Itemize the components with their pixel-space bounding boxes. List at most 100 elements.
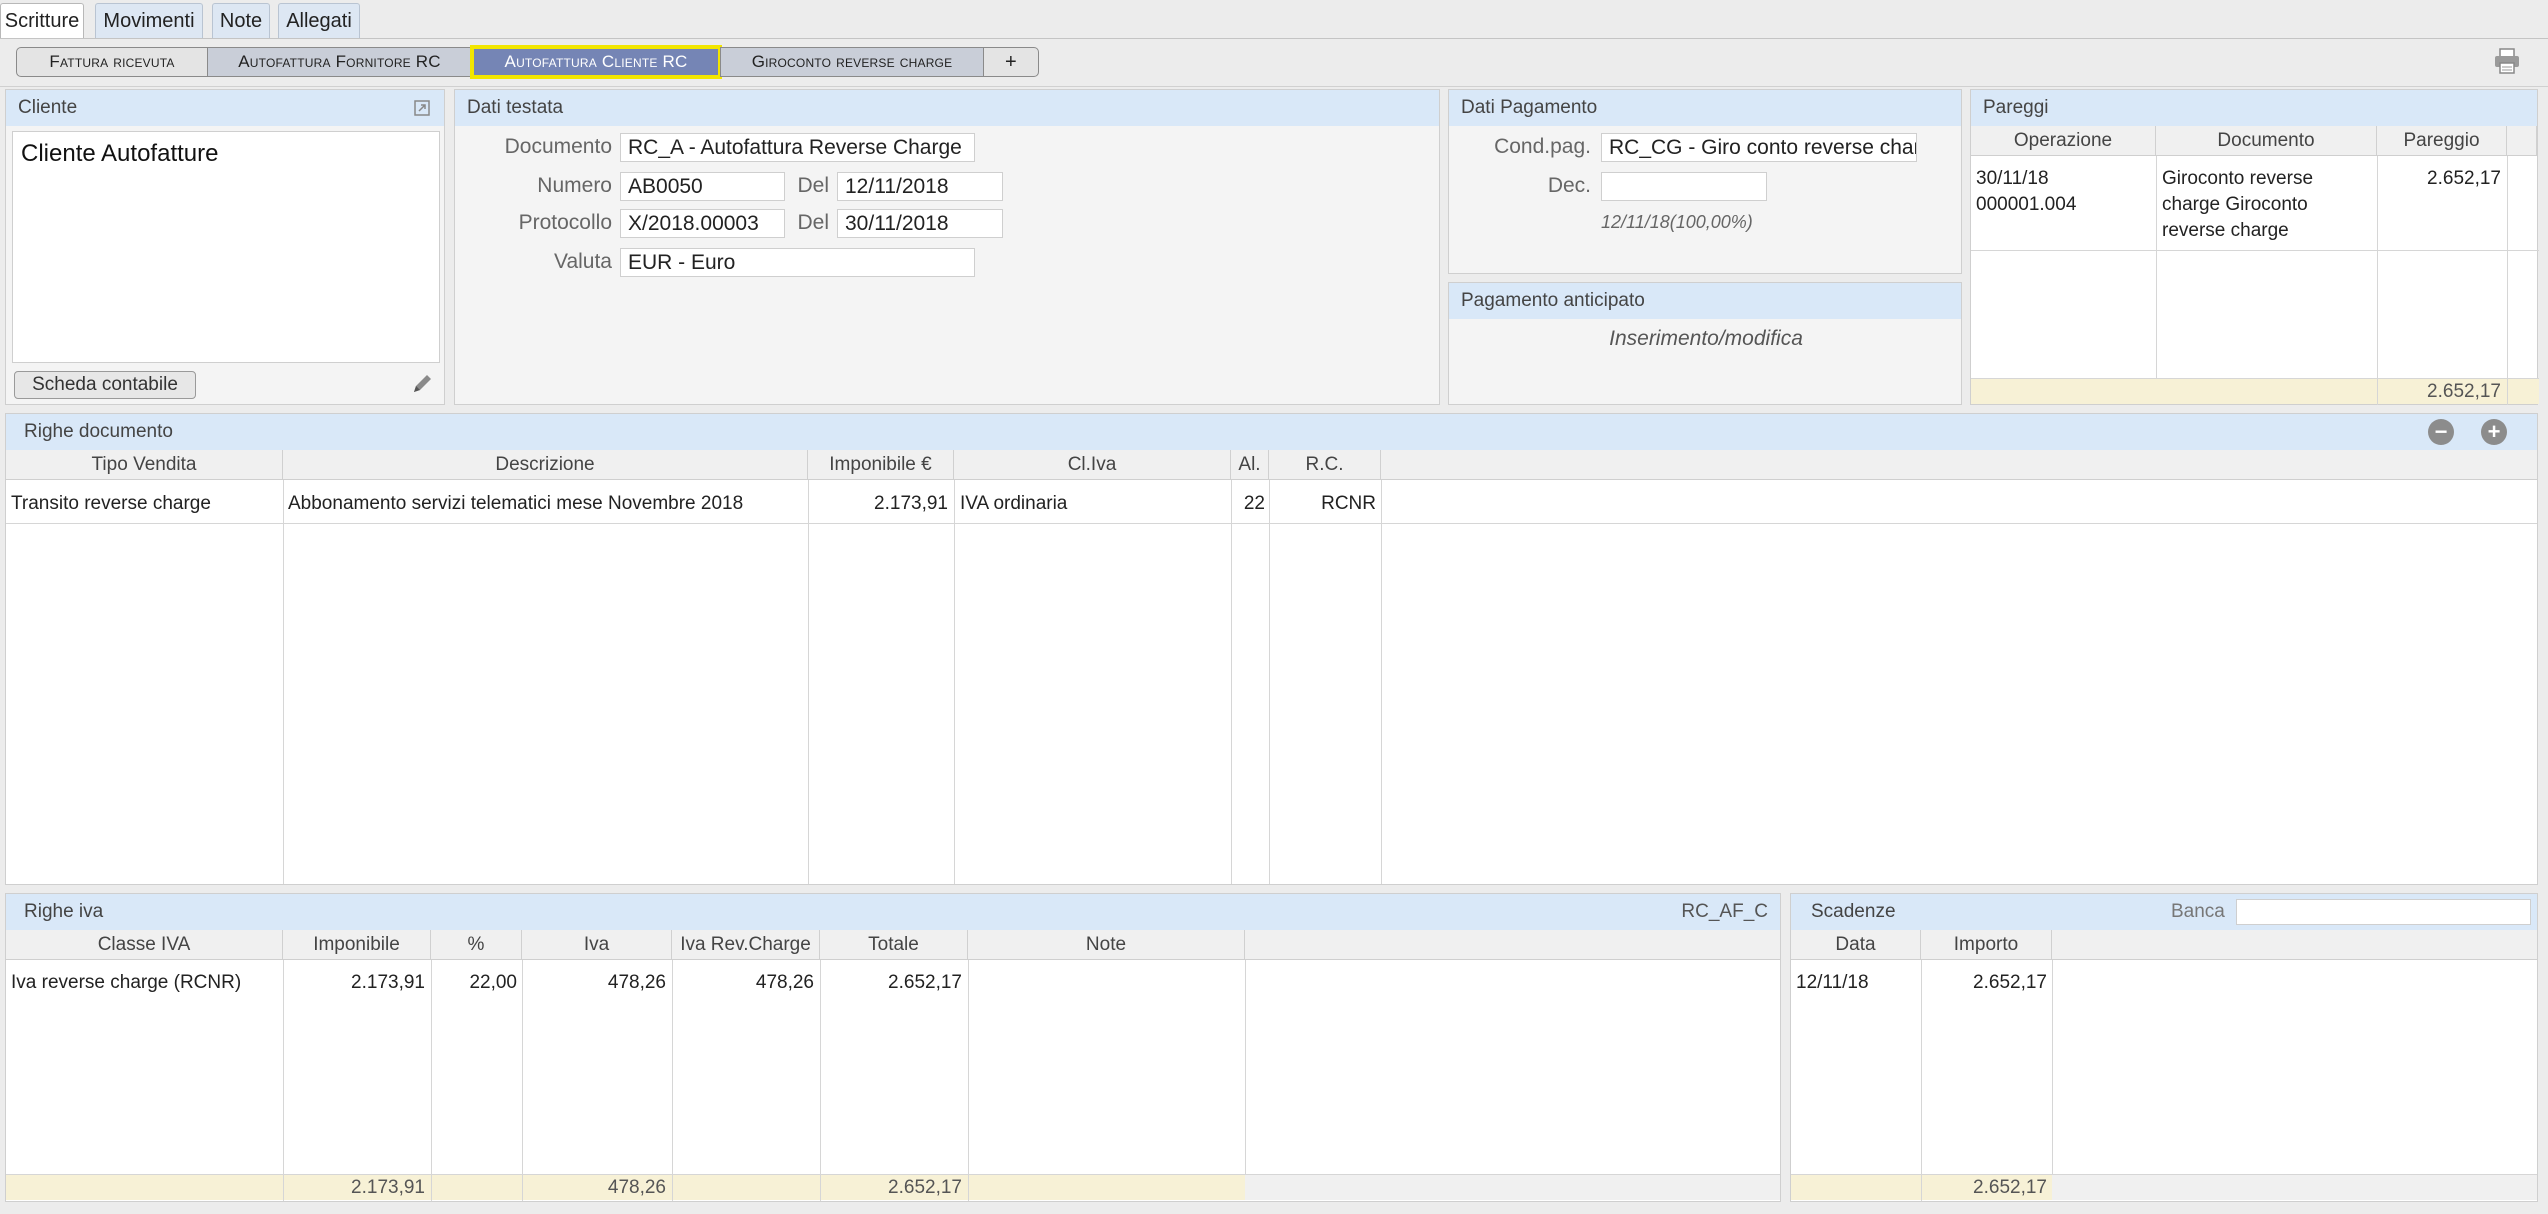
pareggi-total-row: 2.652,17 (1971, 378, 2539, 405)
banca-field[interactable] (2236, 899, 2531, 925)
numero-label: Numero (537, 174, 612, 197)
link-icon[interactable] (412, 90, 432, 126)
cliente-panel: Cliente Cliente Autofatture Scheda conta… (5, 89, 445, 405)
printer-icon[interactable] (2492, 46, 2522, 76)
col-totale[interactable]: Totale (820, 930, 968, 960)
subtab-autofattura-fornitore[interactable]: Autofattura Fornitore RC (207, 47, 472, 77)
divider (968, 1175, 969, 1201)
total-totale: 2.652,17 (888, 1177, 962, 1198)
col-iva[interactable]: Iva (522, 930, 672, 960)
aliquota-cell: 22 (1243, 493, 1265, 514)
scadenze-panel: Scadenze Banca Data Importo 12/11/18 2.6… (1790, 893, 2538, 1202)
righe-iva-panel: Righe iva RC_AF_C Classe IVA Imponibile … (5, 893, 1781, 1202)
remove-row-icon[interactable]: − (2428, 419, 2454, 445)
col-iva-rev-charge[interactable]: Iva Rev.Charge (672, 930, 820, 960)
col-classe-iva[interactable]: Classe IVA (6, 930, 283, 960)
divider (672, 1175, 673, 1201)
row-divider (6, 523, 2537, 524)
col-rc[interactable]: R.C. (1269, 450, 1381, 480)
subtab-fattura-ricevuta[interactable]: Fattura ricevuta (16, 47, 208, 77)
total-iva: 478,26 (607, 1177, 666, 1198)
numero-del-label: Del (797, 174, 829, 197)
scheda-contabile-button[interactable]: Scheda contabile (14, 371, 196, 399)
protocollo-del-label: Del (797, 211, 829, 234)
numero-field[interactable]: AB0050 (620, 172, 785, 201)
operazione-date: 30/11/18 (1976, 168, 2049, 189)
inserimento-link[interactable]: Inserimento/modifica (1449, 327, 1963, 351)
operazione-number: 000001.004 (1976, 194, 2077, 215)
divider (1269, 480, 1270, 884)
valuta-label: Valuta (554, 250, 612, 273)
dati-pagamento-panel: Dati Pagamento Cond.pag. RC_CG - Giro co… (1448, 89, 1962, 274)
dati-testata-header: Dati testata (455, 90, 1439, 126)
cond-pag-label: Cond.pag. (1494, 135, 1591, 158)
cond-pag-field[interactable]: RC_CG - Giro conto reverse charge (1601, 133, 1917, 162)
add-subtab-button[interactable]: + (983, 47, 1039, 77)
col-aliquota[interactable]: Al. (1231, 450, 1269, 480)
col-percentuale[interactable]: % (431, 930, 522, 960)
protocollo-label: Protocollo (518, 211, 612, 234)
pagamento-anticipato-panel: Pagamento anticipato Inserimento/modific… (1448, 282, 1962, 405)
protocollo-date-field[interactable]: 30/11/2018 (837, 209, 1003, 238)
tipo-vendita-cell: Transito reverse charge (11, 493, 211, 514)
col-note[interactable]: Note (968, 930, 1245, 960)
pareggi-header: Pareggi (1971, 90, 2537, 126)
col-data[interactable]: Data (1791, 930, 1921, 960)
tab-allegati[interactable]: Allegati (278, 3, 360, 38)
col-empty (2052, 930, 2537, 960)
cliva-cell: IVA ordinaria (960, 493, 1068, 514)
col-operazione[interactable]: Operazione (1971, 126, 2156, 156)
col-empty (1381, 450, 2537, 480)
protocollo-field[interactable]: X/2018.00003 (620, 209, 785, 238)
divider (808, 480, 809, 884)
scadenze-header: Scadenze Banca (1791, 894, 2537, 930)
col-imponibile[interactable]: Imponibile € (808, 450, 954, 480)
righe-documento-header: Righe documento − + (6, 414, 2537, 450)
col-importo[interactable]: Importo (1921, 930, 2052, 960)
iva-cell: 478,26 (607, 972, 666, 993)
percentuale-cell: 22,00 (469, 972, 517, 993)
documento-line: charge Giroconto (2162, 194, 2308, 215)
col-pareggio[interactable]: Pareggio (2377, 126, 2507, 156)
cliente-header: Cliente (6, 90, 444, 126)
documento-line: reverse charge (2162, 220, 2289, 241)
divider (283, 480, 284, 884)
documento-field[interactable]: RC_A - Autofattura Reverse Charge (620, 133, 975, 162)
divider (431, 1175, 432, 1201)
col-imponibile[interactable]: Imponibile (283, 930, 431, 960)
total-row-filler (1245, 1174, 1780, 1200)
importo-cell: 2.652,17 (1973, 972, 2047, 993)
pagamento-anticipato-header: Pagamento anticipato (1449, 283, 1961, 319)
subtab-giroconto[interactable]: Giroconto reverse charge (720, 47, 984, 77)
pareggi-panel: Pareggi Operazione Documento Pareggio 30… (1970, 89, 2539, 405)
numero-date-field[interactable]: 12/11/2018 (837, 172, 1003, 201)
pareggi-row[interactable]: 30/11/18 000001.004 Giroconto reverse ch… (1971, 156, 2539, 250)
scadenze-total: 2.652,17 (1973, 1177, 2047, 1198)
add-row-icon[interactable]: + (2481, 419, 2507, 445)
imponibile-cell: 2.173,91 (874, 493, 948, 514)
table-row[interactable]: Transito reverse charge Abbonamento serv… (6, 482, 2537, 523)
col-descrizione[interactable]: Descrizione (283, 450, 808, 480)
col-documento[interactable]: Documento (2156, 126, 2377, 156)
valuta-field[interactable]: EUR - Euro (620, 248, 975, 277)
data-cell: 12/11/18 (1796, 972, 1869, 993)
tab-movimenti[interactable]: Movimenti (95, 3, 203, 38)
tab-note[interactable]: Note (212, 3, 270, 38)
classe-iva-cell: Iva reverse charge (RCNR) (11, 972, 242, 993)
col-extra (2507, 126, 2537, 156)
subtab-autofattura-cliente[interactable]: Autofattura Cliente RC (470, 45, 722, 79)
divider (954, 480, 955, 884)
pareggi-total: 2.652,17 (2427, 381, 2501, 402)
pencil-icon[interactable] (408, 370, 436, 398)
table-row[interactable]: Iva reverse charge (RCNR) 2.173,91 22,00… (6, 962, 1780, 1002)
documento-label: Documento (504, 135, 612, 158)
rc-cell: RCNR (1321, 493, 1376, 514)
col-empty (1245, 930, 1780, 960)
table-row[interactable]: 12/11/18 2.652,17 (1791, 962, 2537, 1002)
cliente-box[interactable]: Cliente Autofatture (12, 131, 440, 363)
col-cliva[interactable]: Cl.Iva (954, 450, 1231, 480)
dec-field[interactable] (1601, 172, 1767, 201)
col-tipo-vendita[interactable]: Tipo Vendita (6, 450, 283, 480)
tab-scritture[interactable]: Scritture (0, 3, 84, 39)
iva-total-row: 2.173,91 478,26 2.652,17 (6, 1174, 1245, 1201)
